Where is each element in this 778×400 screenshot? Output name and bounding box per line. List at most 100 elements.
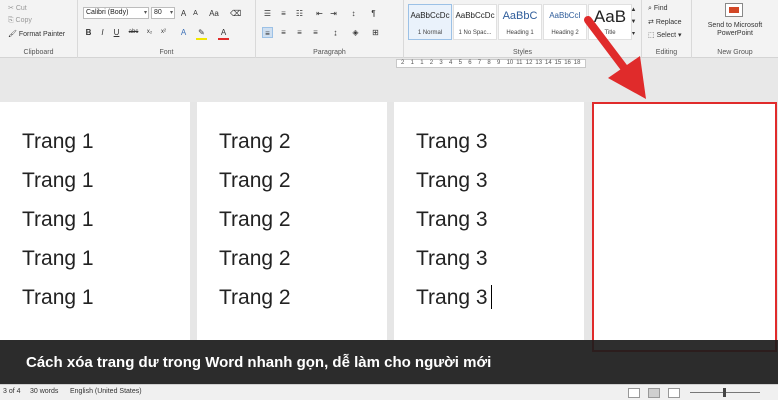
font-name-combo[interactable]: Calibri (Body) ▾ [83,7,149,19]
ruler-tick: 15 [554,60,562,66]
format-painter-label: Format Painter [18,31,66,38]
ruler-tick: 11 [516,60,523,66]
grow-font-button[interactable]: A [178,8,189,19]
bullets-icon[interactable]: ☰ [262,8,273,19]
ruler-area: 2 1 1 2 3 4 5 6 7 8 9 10 11 12 13 14 15 16 18 [0,58,778,102]
ruler-tick: 6 [468,60,472,66]
zoom-slider-thumb[interactable] [723,388,726,397]
text-line: Trang 3 [416,247,488,270]
decrease-indent-icon[interactable]: ⇤ [314,8,325,19]
web-layout-icon[interactable] [668,388,680,398]
styles-scroll-up-icon[interactable]: ▲ [628,5,639,16]
text-line: Trang 2 [219,169,291,192]
style-name: 1 No Spac... [458,30,492,36]
paintbrush-icon: 🖌 [8,31,17,38]
replace-label: Replace [655,19,682,26]
page-1[interactable]: Trang 1 Trang 1 Trang 1 Trang 1 Trang 1 [0,102,190,340]
font-group-label: Font [159,49,174,56]
bold-button[interactable]: B [83,27,94,38]
text-effects-icon[interactable]: A [178,27,189,38]
italic-button[interactable]: I [97,27,108,38]
underline-button[interactable]: U [111,27,122,38]
select-icon: ⬚ [648,32,655,39]
align-left-icon[interactable]: ≡ [262,27,273,38]
style-name: Heading 2 [551,30,579,36]
align-right-icon[interactable]: ≡ [294,27,305,38]
font-name-value: Calibri (Body) [86,9,129,16]
borders-icon[interactable]: ⊞ [370,27,381,38]
shrink-font-button[interactable]: A [190,8,201,19]
replace-button[interactable]: ⇄ Replace [648,18,682,26]
text-line: Trang 1 [22,247,94,270]
powerpoint-icon [725,3,743,17]
page-2[interactable]: Trang 2 Trang 2 Trang 2 Trang 2 Trang 2 [197,102,387,340]
text-line: Trang 2 [219,247,291,270]
chevron-down-icon: ▾ [169,10,173,16]
ruler-tick: 1 [410,60,414,66]
print-layout-icon[interactable] [648,388,660,398]
style-heading-2[interactable]: AaBbCcI Heading 2 [543,4,587,40]
text-line: Trang 2 [219,130,291,153]
clear-formatting-icon[interactable]: ⌫ [230,8,241,19]
superscript-button[interactable]: x² [158,27,169,38]
multilevel-list-icon[interactable]: ☷ [294,8,305,19]
change-case-label: Aa [209,9,219,18]
replace-icon: ⇄ [648,19,654,26]
font-group: Calibri (Body) ▾ 80 ▾ A A Aa ⌫ B I U abc… [78,0,256,58]
ruler-tick: 8 [487,60,491,66]
shading-icon[interactable]: ◈ [350,27,361,38]
align-center-icon[interactable]: ≡ [278,27,289,38]
font-size-combo[interactable]: 80 ▾ [151,7,175,19]
increase-indent-icon[interactable]: ⇥ [328,8,339,19]
text-line: Trang 1 [22,169,94,192]
ruler-tick: 18 [573,60,581,66]
paragraph-group-label: Paragraph [313,49,346,56]
text-line: Trang 2 [219,286,291,309]
subscript-button[interactable]: x₂ [144,27,155,38]
highlight-icon[interactable]: ✎ [196,27,207,38]
style-no-spacing[interactable]: AaBbCcDc 1 No Spac... [453,4,497,40]
editing-group: ⌕ Find ⇄ Replace ⬚ Select ▾ Editing [642,0,692,58]
cut-button[interactable]: ✂ Cut [8,4,27,12]
send-to-powerpoint-button[interactable]: Send to Microsoft PowerPoint [692,22,778,38]
ruler-tick: 10 [506,60,514,66]
ruler-tick: 2 [401,60,405,66]
styles-more-icon[interactable]: ▾ [628,29,639,40]
style-name: Title [604,30,616,36]
cut-label: Cut [15,5,27,12]
new-group-label: New Group [717,49,753,56]
style-preview: AaB [593,7,627,26]
style-title[interactable]: AaB Title [588,4,632,40]
change-case-button[interactable]: Aa [206,8,222,19]
language-indicator[interactable]: English (United States) [70,388,142,395]
select-button[interactable]: ⬚ Select ▾ [648,31,682,39]
font-color-icon[interactable]: A [218,27,229,38]
ruler-tick: 13 [535,60,543,66]
empty-page-highlight[interactable] [592,102,777,352]
ruler-tick: 1 [420,60,424,66]
chevron-down-icon: ▾ [143,10,147,16]
horizontal-ruler[interactable]: 2 1 1 2 3 4 5 6 7 8 9 10 11 12 13 14 15 16 18 [396,59,586,68]
text-line: Trang 1 [22,130,94,153]
word-count[interactable]: 30 words [30,388,58,395]
copy-button[interactable]: ⎘ Copy [8,17,32,25]
page-count[interactable]: 3 of 4 [3,388,21,395]
show-marks-icon[interactable]: ¶ [368,8,379,19]
styles-scroll-down-icon[interactable]: ▼ [628,17,639,28]
sort-icon[interactable]: ↕ [348,8,359,19]
text-line: Trang 3 [416,169,488,192]
text-line: Trang 3 [416,130,488,153]
ruler-tick: 4 [449,60,453,66]
select-label: Select [656,32,677,39]
line-spacing-icon[interactable]: ↨ [330,27,341,38]
style-normal[interactable]: AaBbCcDc 1 Normal [408,4,452,40]
find-button[interactable]: ⌕ Find [648,5,668,13]
numbering-icon[interactable]: ≡ [278,8,289,19]
format-painter-button[interactable]: 🖌 Format Painter [8,30,65,38]
font-color-swatch [218,38,229,40]
style-heading-1[interactable]: AaBbC Heading 1 [498,4,542,40]
read-mode-icon[interactable] [628,388,640,398]
strikethrough-button[interactable]: abc [128,27,139,38]
page-3[interactable]: Trang 3 Trang 3 Trang 3 Trang 3 Trang 3 [394,102,584,340]
justify-icon[interactable]: ≡ [310,27,321,38]
